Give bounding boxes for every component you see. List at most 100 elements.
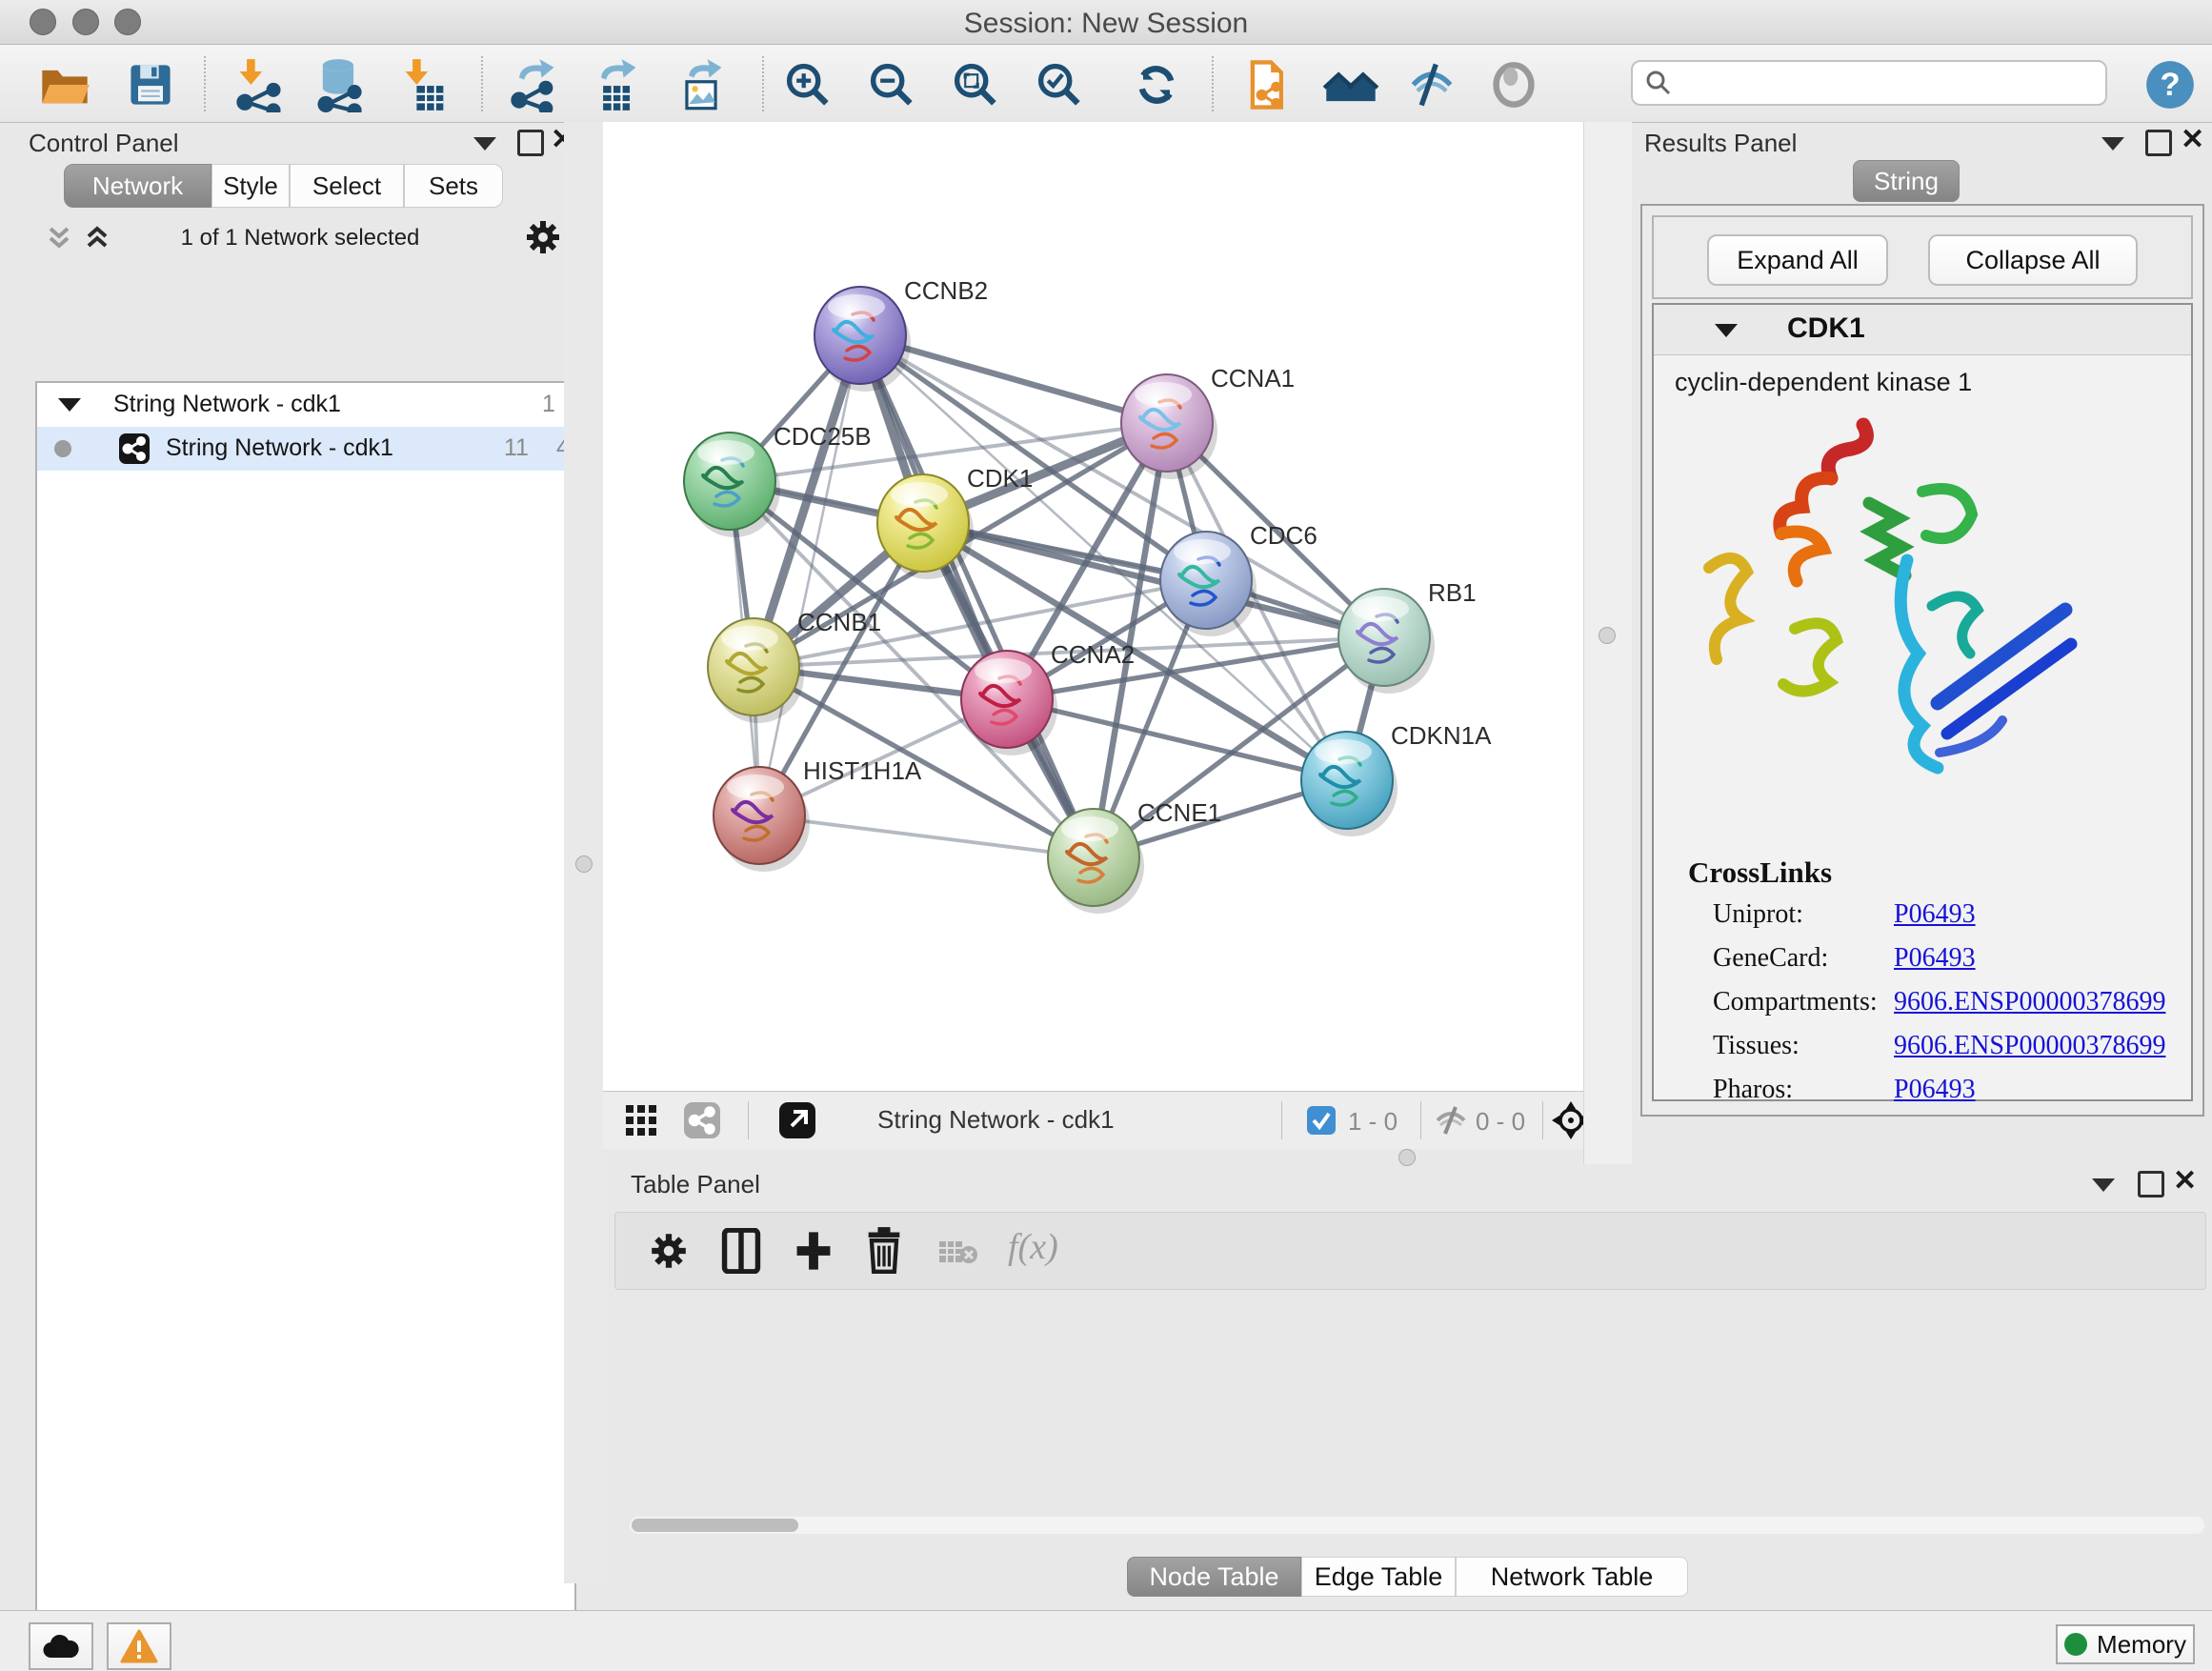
table-panel-maximize-icon[interactable] [2138, 1171, 2164, 1198]
cloud-button[interactable] [29, 1622, 93, 1670]
tab-string[interactable]: String [1853, 160, 1960, 202]
control-panel-title: Control Panel [29, 129, 179, 158]
import-network-database-button[interactable] [305, 58, 373, 111]
memory-label: Memory [2097, 1630, 2186, 1660]
string-network-icon [118, 433, 151, 470]
crosslink-genecard-link[interactable]: P06493 [1894, 943, 1976, 974]
show-columns-icon[interactable] [720, 1228, 762, 1278]
network-options-gear-icon[interactable] [523, 217, 563, 262]
table-settings-gear-icon[interactable] [648, 1230, 690, 1277]
search-icon [1644, 69, 1673, 97]
tab-sets[interactable]: Sets [404, 164, 503, 208]
export-network-button[interactable] [499, 58, 568, 111]
node-label: CDK1 [967, 464, 1033, 493]
zoom-out-button[interactable] [857, 58, 926, 111]
zoom-selected-button[interactable] [1025, 58, 1094, 111]
crosslink-pharos-link[interactable]: P06493 [1894, 1075, 1976, 1105]
selected-checkbox-icon[interactable] [1306, 1105, 1337, 1140]
crosslink-tissues-link[interactable]: 9606.ENSP00000378699 [1894, 1031, 2165, 1061]
left-splitter-handle[interactable] [575, 856, 593, 873]
hidden-eye-slash-icon[interactable] [1434, 1105, 1468, 1140]
control-panel-float-icon[interactable] [473, 137, 496, 151]
toolbar-search[interactable] [1631, 60, 2107, 106]
table-horizontal-scrollbar[interactable] [630, 1517, 2204, 1534]
fit-content-button[interactable] [941, 58, 1010, 111]
zoom-in-button[interactable] [774, 58, 842, 111]
network-node[interactable]: HIST1H1A [714, 756, 922, 872]
help-button[interactable]: ? [2136, 58, 2204, 111]
crosslink-label: Pharos: [1713, 1075, 1793, 1105]
network-node[interactable]: CCNB1 [708, 608, 881, 723]
horizontal-splitter[interactable] [603, 1148, 1583, 1164]
network-node[interactable]: CDKN1A [1301, 721, 1492, 836]
export-table-button[interactable] [581, 58, 650, 111]
refresh-view-button[interactable] [1122, 58, 1191, 111]
show-graphics-details-icon[interactable] [1479, 58, 1548, 111]
import-table-file-button[interactable] [391, 58, 459, 111]
home-button[interactable] [1317, 58, 1385, 111]
selected-nodes-edges-count: 1 - 0 [1348, 1107, 1398, 1137]
cloud-icon [42, 1633, 80, 1660]
network-graph[interactable]: CCNB2CCNA1CDC25BCDK1CDC6RB1CCNB1CCNA2CDK… [603, 122, 1583, 1091]
node-label: RB1 [1428, 578, 1477, 607]
share-network-icon[interactable] [683, 1101, 721, 1144]
collection-expand-caret[interactable] [58, 398, 81, 412]
control-panel-maximize-icon[interactable] [517, 130, 544, 156]
crosslink-compartments-link[interactable]: 9606.ENSP00000378699 [1894, 987, 2165, 1017]
results-panel-maximize-icon[interactable] [2145, 130, 2172, 156]
table-panel-float-icon[interactable] [2092, 1178, 2115, 1192]
tab-select[interactable]: Select [290, 164, 404, 208]
tab-style[interactable]: Style [211, 164, 290, 208]
toolbar-separator [762, 56, 764, 111]
warnings-button[interactable] [107, 1622, 171, 1670]
network-node[interactable]: CDC6 [1160, 521, 1317, 636]
tab-network[interactable]: Network [64, 164, 211, 208]
network-node[interactable]: CCNE1 [1048, 798, 1221, 914]
open-in-window-icon[interactable] [778, 1101, 816, 1144]
toolbar-divider [1542, 1101, 1543, 1139]
results-panel-float-icon[interactable] [2101, 137, 2124, 151]
expand-all-button[interactable]: Expand All [1707, 234, 1888, 286]
delete-column-trash-icon[interactable] [863, 1226, 905, 1278]
network-canvas[interactable]: CCNB2CCNA1CDC25BCDK1CDC6RB1CCNB1CCNA2CDK… [603, 122, 1583, 1091]
import-network-file-button[interactable] [225, 58, 293, 111]
crosslink-uniprot-link[interactable]: P06493 [1894, 899, 1976, 930]
hide-graphics-details-icon[interactable] [1398, 58, 1466, 111]
crosslink-label: Compartments: [1713, 987, 1878, 1017]
function-builder-icon-disabled[interactable]: f(x) [1008, 1226, 1058, 1268]
memory-button[interactable]: Memory [2056, 1624, 2195, 1664]
search-input[interactable] [1673, 69, 2077, 97]
network-row-selected[interactable]: String Network - cdk1 11 48 [37, 427, 574, 471]
network-node[interactable]: CCNA2 [961, 640, 1135, 755]
network-node[interactable]: CDK1 [877, 464, 1033, 579]
network-node[interactable]: RB1 [1338, 578, 1477, 694]
export-image-button[interactable] [667, 58, 735, 111]
right-splitter-handle[interactable] [1599, 627, 1616, 644]
share-document-button[interactable] [1235, 58, 1303, 111]
crosslink-label: GeneCard: [1713, 943, 1828, 974]
tab-edge-table[interactable]: Edge Table [1301, 1557, 1456, 1597]
right-splitter[interactable] [1583, 122, 1632, 1164]
network-collection-row[interactable]: String Network - cdk1 1 [37, 383, 574, 427]
network-edge[interactable] [759, 335, 860, 815]
node-label: HIST1H1A [803, 756, 922, 785]
table-panel-close-icon[interactable]: ✕ [2173, 1171, 2197, 1192]
tab-node-table[interactable]: Node Table [1127, 1557, 1301, 1597]
expand-all-networks-icon[interactable] [43, 221, 75, 258]
network-edge[interactable] [1007, 699, 1347, 780]
grid-view-icon[interactable] [624, 1103, 658, 1142]
gene-card-header[interactable]: CDK1 [1654, 305, 2191, 355]
clear-table-icon-disabled[interactable] [937, 1238, 979, 1273]
scrollbar-thumb[interactable] [632, 1519, 798, 1532]
open-session-button[interactable] [30, 58, 99, 111]
results-panel-close-icon[interactable]: ✕ [2181, 130, 2204, 151]
tab-network-table[interactable]: Network Table [1456, 1557, 1688, 1597]
save-session-button[interactable] [116, 58, 185, 111]
gene-card-collapse-caret[interactable] [1715, 324, 1738, 337]
collapse-all-networks-icon[interactable] [81, 221, 113, 258]
toolbar-divider [1420, 1101, 1421, 1139]
left-splitter[interactable] [564, 122, 603, 1583]
network-list: String Network - cdk1 1 String Network -… [35, 381, 576, 1671]
add-column-plus-icon[interactable] [793, 1228, 835, 1278]
collapse-all-button[interactable]: Collapse All [1928, 234, 2138, 286]
